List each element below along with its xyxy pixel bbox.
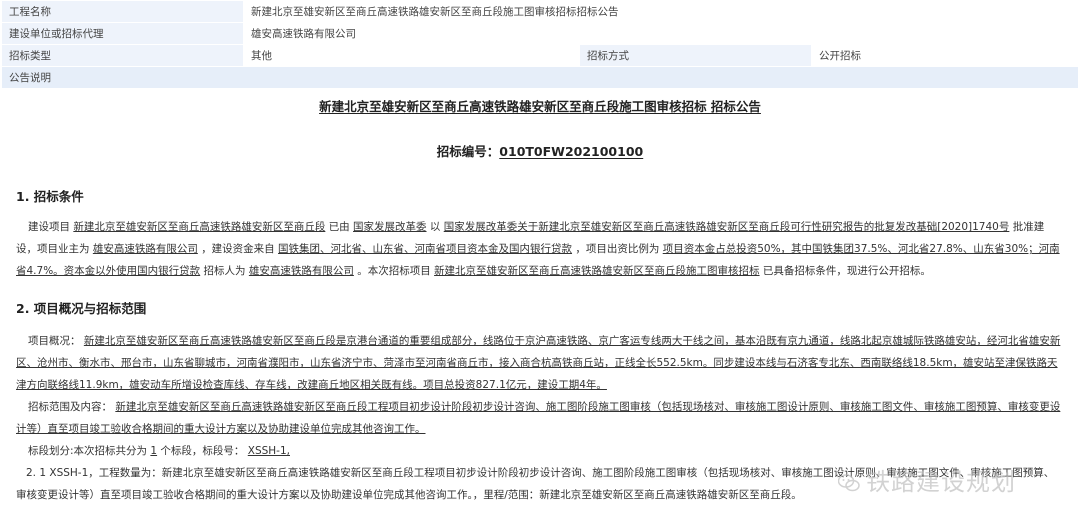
bid-type-label: 招标类型 xyxy=(1,44,244,67)
builder-value: 雄安高速铁路有限公司 xyxy=(243,22,1079,45)
section-2-heading: 2. 项目概况与招标范围 xyxy=(16,301,147,316)
section-1-paragraph: 建设项目 新建北京至雄安新区至商丘高速铁路雄安新区至商丘段 已由 国家发展改革委… xyxy=(0,216,1080,282)
overview-value: 新建北京至雄安新区至商丘高速铁路雄安新区至商丘段是京港台通道的重要组成部分，线路… xyxy=(16,335,1061,391)
project-name-value: 新建北京至雄安新区至商丘高速铁路雄安新区至商丘段施工图审核招标招标公告 xyxy=(243,0,1079,23)
project-info-table: 工程名称 新建北京至雄安新区至商丘高速铁路雄安新区至商丘段施工图审核招标招标公告… xyxy=(1,0,1079,89)
split-label: 标段划分:本次招标共分为 xyxy=(28,445,148,457)
wechat-icon xyxy=(838,474,860,492)
overview-label: 项目概况： xyxy=(28,335,81,347)
table-row: 建设单位或招标代理 雄安高速铁路有限公司 xyxy=(1,22,1079,45)
bid-type-value: 其他 xyxy=(243,44,580,67)
notice-title: 新建北京至雄安新区至商丘高速铁路雄安新区至商丘段施工图审核招标 招标公告 xyxy=(0,96,1080,115)
text-span: 建设项目 xyxy=(28,221,70,233)
section-1-heading: 1. 招标条件 xyxy=(16,189,84,204)
split-code: XSSH-1, xyxy=(247,445,290,457)
text-span: ，建设资金来自 xyxy=(201,243,275,255)
split-count: 1 xyxy=(150,445,158,457)
tender-project-filled: 新建北京至雄安新区至商丘高速铁路雄安新区至商丘段施工图审核招标 xyxy=(434,265,760,277)
bid-code-label: 招标编号： xyxy=(436,144,500,159)
table-row: 招标类型 其他 招标方式 公开招标 xyxy=(1,44,1079,67)
watermark: 铁路建设规划 xyxy=(838,462,1016,497)
table-row: 工程名称 新建北京至雄安新区至商丘高速铁路雄安新区至商丘段施工图审核招标招标公告 xyxy=(1,0,1079,23)
project-name-label: 工程名称 xyxy=(1,0,244,23)
scope-label: 招标范围及内容： xyxy=(28,401,112,413)
bid-method-value: 公开招标 xyxy=(811,44,1079,67)
notice-title-text: 新建北京至雄安新区至商丘高速铁路雄安新区至商丘段施工图审核招标 招标公告 xyxy=(319,99,761,114)
bid-method-label: 招标方式 xyxy=(579,44,812,67)
text-span: 招标人为 xyxy=(203,265,246,277)
text-span: ，项目出资比例为 xyxy=(575,243,660,255)
split-paragraph: 标段划分:本次招标共分为 1 个标段，标段号： XSSH-1, xyxy=(0,440,1080,462)
text-span: 已具备招标条件，现进行公开招标。 xyxy=(762,265,931,277)
text-span: 。本次招标项目 xyxy=(357,265,431,277)
approval-doc-filled: 国家发展改革委关于新建北京至雄安新区至商丘高速铁路雄安新区至商丘段可行性研究报告… xyxy=(443,221,1010,233)
builder-label: 建设单位或招标代理 xyxy=(1,22,244,45)
scope-value: 新建北京至雄安新区至商丘高速铁路雄安新区至商丘段工程项目初步设计阶段初步设计咨询… xyxy=(16,401,1061,435)
bid-code-value: 010T0FW202100100 xyxy=(499,144,644,159)
text-span: 以 xyxy=(429,221,441,233)
bid-code: 招标编号：010T0FW202100100 xyxy=(0,141,1080,160)
overview-paragraph: 项目概况： 新建北京至雄安新区至商丘高速铁路雄安新区至商丘段是京港台通道的重要组… xyxy=(0,330,1080,396)
tenderer-filled: 雄安高速铁路有限公司 xyxy=(248,265,354,277)
page: 工程名称 新建北京至雄安新区至商丘高速铁路雄安新区至商丘段施工图审核招标招标公告… xyxy=(0,0,1080,531)
funding-filled: 国铁集团、河北省、山东省、河南省项目资本金及国内银行贷款 xyxy=(278,243,573,255)
approver-filled: 国家发展改革委 xyxy=(353,221,427,233)
owner-filled: 雄安高速铁路有限公司 xyxy=(92,243,198,255)
split-mid: 个标段，标段号： xyxy=(160,445,245,457)
scope-paragraph: 招标范围及内容： 新建北京至雄安新区至商丘高速铁路雄安新区至商丘段工程项目初步设… xyxy=(0,396,1080,440)
watermark-text: 铁路建设规划 xyxy=(866,468,1016,496)
project-name-filled: 新建北京至雄安新区至商丘高速铁路雄安新区至商丘段 xyxy=(73,221,326,233)
text-span: 已由 xyxy=(328,221,350,233)
